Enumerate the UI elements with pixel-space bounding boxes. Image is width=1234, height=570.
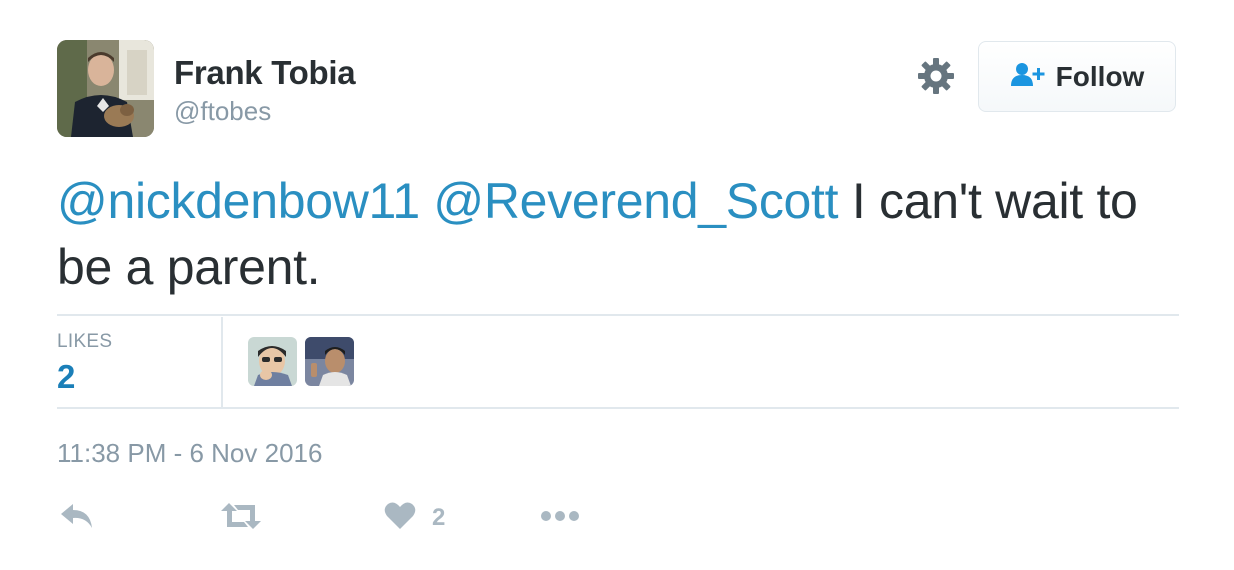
tweet-timestamp[interactable]: 11:38 PM - 6 Nov 2016	[57, 438, 322, 469]
gear-icon[interactable]	[916, 56, 956, 96]
divider	[221, 317, 223, 409]
divider	[57, 314, 1179, 316]
add-user-icon	[1010, 61, 1046, 92]
reply-button[interactable]	[60, 500, 94, 536]
more-icon	[540, 509, 580, 527]
reply-icon	[60, 503, 94, 534]
mention-link[interactable]: @nickdenbow11	[57, 173, 420, 229]
retweet-icon	[220, 502, 262, 535]
tweet-text: @nickdenbow11 @Reverend_Scott I can't wa…	[57, 168, 1177, 300]
user-name[interactable]: Frank Tobia	[174, 54, 356, 92]
more-button[interactable]	[540, 500, 580, 536]
liker-avatar[interactable]	[248, 337, 297, 386]
retweet-button[interactable]	[220, 500, 262, 536]
likes-count[interactable]: 2	[57, 358, 75, 396]
likes-label: LIKES	[57, 331, 113, 352]
liker-avatar[interactable]	[305, 337, 354, 386]
follow-button[interactable]: Follow	[978, 41, 1176, 112]
like-count: 2	[432, 504, 446, 531]
follow-button-label: Follow	[1055, 60, 1145, 92]
mention-link[interactable]: @Reverend_Scott	[433, 173, 838, 229]
tweet-card: Frank Tobia @ftobes Follow @nickdenbow11…	[0, 0, 1234, 570]
user-avatar[interactable]	[57, 40, 154, 137]
heart-icon	[384, 502, 416, 535]
user-handle[interactable]: @ftobes	[174, 96, 271, 127]
like-button[interactable]: 2	[384, 500, 445, 536]
divider	[57, 407, 1179, 409]
